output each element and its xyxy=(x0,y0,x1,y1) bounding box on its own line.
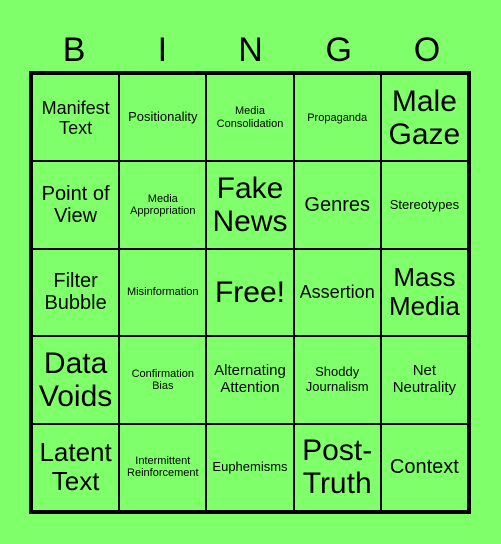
header-letter-b: B xyxy=(62,31,86,69)
bingo-cell[interactable]: Latent Text xyxy=(32,423,120,511)
bingo-cell[interactable]: Confirmation Bias xyxy=(119,336,207,424)
bingo-cell[interactable]: Stereotypes xyxy=(380,161,468,249)
bingo-cell[interactable]: Euphemisms xyxy=(206,423,294,511)
bingo-header: B I N G O xyxy=(30,28,471,72)
bingo-cell[interactable]: Media Appropriation xyxy=(119,161,207,249)
header-letter-o: O xyxy=(413,31,441,69)
bingo-cell[interactable]: Alternating Attention xyxy=(206,336,294,424)
bingo-grid: Manifest Text Positionality Media Consolid… xyxy=(29,71,471,514)
bingo-cell[interactable]: Misinformation xyxy=(119,248,207,337)
bingo-cell[interactable]: Shoddy Journalism xyxy=(293,336,381,424)
bingo-cell[interactable]: Filter Bubble xyxy=(32,248,120,337)
bingo-cell[interactable]: Point of View xyxy=(32,161,120,249)
bingo-cell[interactable]: Manifest Text xyxy=(32,74,120,162)
bingo-cell[interactable]: Propaganda xyxy=(293,74,381,162)
bingo-cell[interactable]: Positionality xyxy=(119,74,207,162)
bingo-cell[interactable]: Assertion xyxy=(293,248,381,337)
bingo-cell[interactable]: Media Consolidation xyxy=(206,74,294,162)
bingo-cell[interactable]: Net Neutrality xyxy=(380,336,468,424)
bingo-cell[interactable]: Genres xyxy=(293,161,381,249)
bingo-cell[interactable]: Mass Media xyxy=(380,248,468,337)
header-letter-g: G xyxy=(325,31,352,69)
bingo-cell[interactable]: Intermittent Reinforcement xyxy=(119,423,207,511)
bingo-cell[interactable]: Free! xyxy=(206,248,294,337)
bingo-cell[interactable]: Post-Truth xyxy=(293,423,381,511)
bingo-cell[interactable]: Data Voids xyxy=(32,336,120,424)
bingo-cell[interactable]: Context xyxy=(380,423,468,511)
bingo-cell[interactable]: Male Gaze xyxy=(380,74,468,162)
bingo-cell[interactable]: Fake News xyxy=(206,161,294,249)
header-letter-n: N xyxy=(238,31,263,69)
header-letter-i: I xyxy=(157,31,168,69)
